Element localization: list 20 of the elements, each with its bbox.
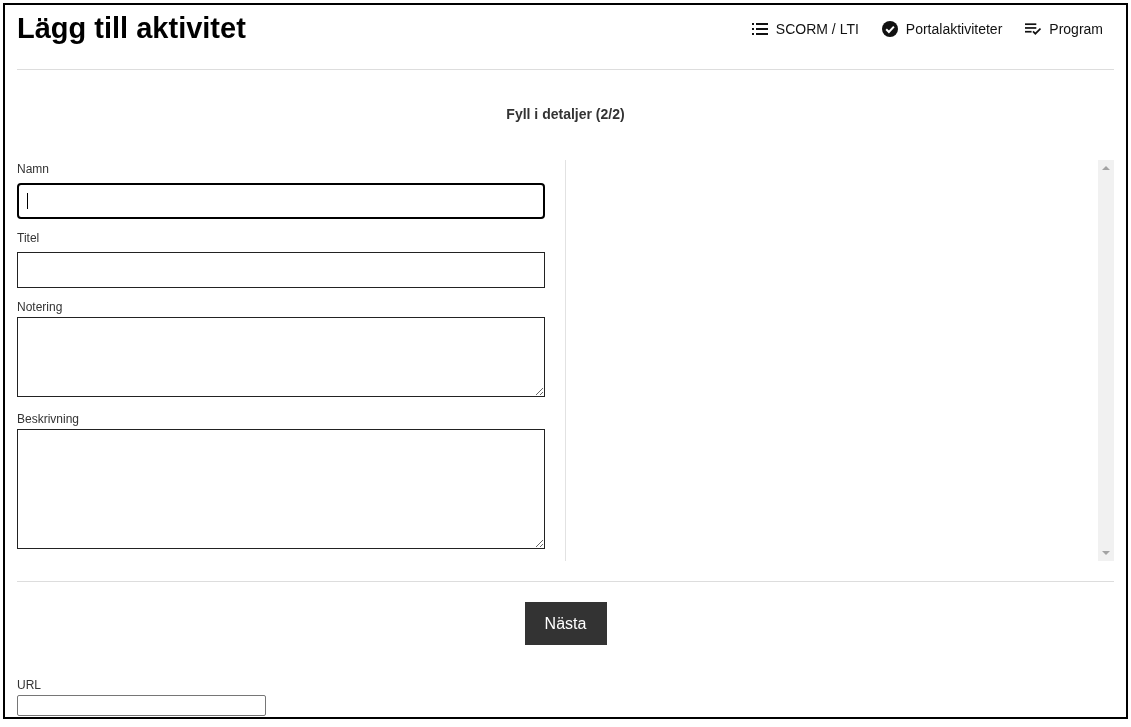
list-icon bbox=[751, 23, 768, 35]
field-label: Titel bbox=[17, 231, 41, 245]
textarea-field[interactable] bbox=[17, 429, 545, 549]
nav-link[interactable]: SCORM / LTI bbox=[751, 19, 859, 39]
field-label: Beskrivning bbox=[17, 412, 81, 426]
field-label: Notering bbox=[17, 300, 64, 314]
field-label: Namn bbox=[17, 162, 50, 176]
url-input-field[interactable] bbox=[17, 695, 266, 716]
nav-link[interactable]: Portalaktiviteter bbox=[881, 19, 1003, 39]
input-field[interactable] bbox=[17, 252, 545, 288]
nav-link[interactable]: Program bbox=[1025, 19, 1103, 39]
field-label: URL bbox=[17, 678, 42, 692]
textarea-field[interactable] bbox=[17, 317, 545, 397]
step-title: Fyll i detaljer (2/2) bbox=[505, 106, 626, 123]
input-field[interactable] bbox=[17, 183, 545, 219]
next-button[interactable]: Nästa bbox=[524, 602, 607, 645]
text-cursor bbox=[27, 193, 28, 209]
check-circle-icon bbox=[881, 21, 898, 37]
page-title: Lägg till aktivitet bbox=[17, 11, 246, 46]
list-check-icon bbox=[1025, 23, 1042, 35]
